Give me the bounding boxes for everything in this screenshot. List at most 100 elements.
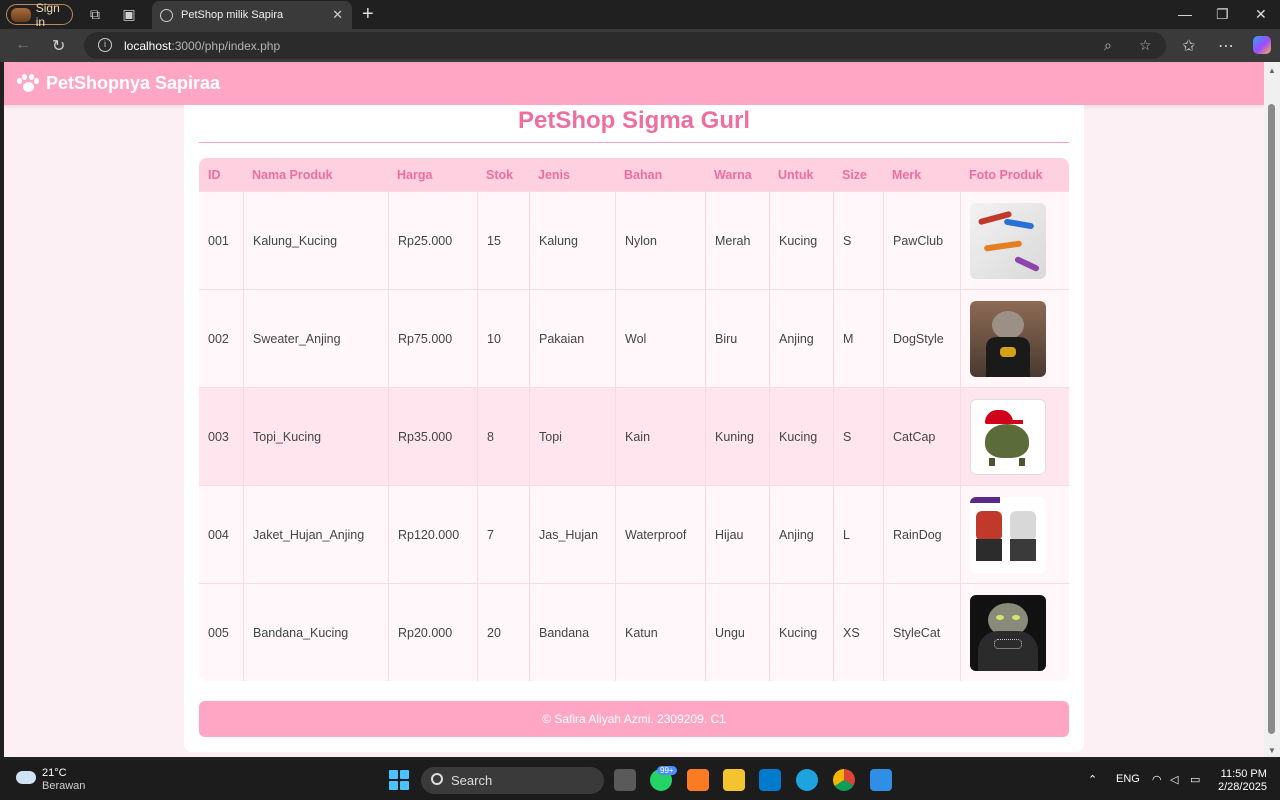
- table-row: 001 Kalung_Kucing Rp25.000 15 Kalung Nyl…: [199, 191, 1069, 289]
- cell-untuk: Anjing: [769, 289, 833, 387]
- cell-stok: 20: [477, 583, 529, 681]
- cell-jenis: Kalung: [529, 191, 615, 289]
- active-tab[interactable]: PetShop milik Sapira ✕: [152, 1, 352, 29]
- cell-size: S: [833, 191, 883, 289]
- cell-nama: Kalung_Kucing: [243, 191, 388, 289]
- table-row: 002 Sweater_Anjing Rp75.000 10 Pakaian W…: [199, 289, 1069, 387]
- copilot-icon[interactable]: [1253, 36, 1271, 54]
- sweater-photo: [970, 300, 1046, 377]
- tab-actions-icon[interactable]: ▣: [121, 6, 137, 22]
- cell-merk: CatCap: [883, 387, 960, 485]
- clock[interactable]: 11:50 PM 2/28/2025: [1218, 768, 1267, 794]
- close-window-icon[interactable]: ✕: [1255, 6, 1267, 23]
- cell-warna: Hijau: [705, 485, 769, 583]
- minimize-icon[interactable]: —: [1178, 6, 1192, 22]
- cell-harga: Rp75.000: [388, 289, 477, 387]
- refresh-icon[interactable]: ↻: [52, 36, 65, 56]
- address-bar[interactable]: i localhost:3000/php/index.php ⌕ ☆: [84, 32, 1166, 59]
- new-tab-button[interactable]: +: [362, 4, 374, 24]
- cell-foto: [960, 289, 1069, 387]
- profile-button[interactable]: Sign in: [6, 1, 73, 29]
- cell-id: 001: [199, 191, 243, 289]
- task-view-icon[interactable]: [614, 769, 636, 791]
- cell-id: 005: [199, 583, 243, 681]
- zoom-icon[interactable]: ⌕: [1104, 37, 1112, 54]
- wifi-icon[interactable]: ◠: [1152, 773, 1162, 786]
- weather-widget[interactable]: 21°C Berawan: [16, 767, 85, 793]
- cell-size: XS: [833, 583, 883, 681]
- cell-warna: Kuning: [705, 387, 769, 485]
- chrome-icon[interactable]: [833, 769, 855, 791]
- file-explorer-icon[interactable]: [723, 769, 745, 791]
- cell-stok: 8: [477, 387, 529, 485]
- cell-harga: Rp20.000: [388, 583, 477, 681]
- workspaces-icon[interactable]: ⧉: [87, 6, 103, 22]
- cell-bahan: Waterproof: [615, 485, 705, 583]
- cell-merk: PawClub: [883, 191, 960, 289]
- scrollbar-thumb[interactable]: [1268, 104, 1275, 734]
- header-nama-produk: Nama Produk: [243, 158, 388, 191]
- cell-stok: 10: [477, 289, 529, 387]
- back-icon[interactable]: ←: [15, 36, 31, 54]
- url-host: localhost: [124, 38, 172, 53]
- vscode-icon[interactable]: [759, 769, 781, 791]
- search-label: Search: [451, 773, 493, 788]
- scroll-up-icon[interactable]: ▲: [1268, 66, 1276, 75]
- jacket-photo: [970, 496, 1046, 573]
- close-tab-icon[interactable]: ✕: [332, 7, 343, 23]
- cell-merk: StyleCat: [883, 583, 960, 681]
- cell-harga: Rp25.000: [388, 191, 477, 289]
- globe-icon: [160, 8, 173, 22]
- header-merk: Merk: [883, 158, 960, 191]
- cell-foto: [960, 583, 1069, 681]
- browser-tabbar: Sign in ⧉ ▣ PetShop milik Sapira ✕ + — ❐…: [0, 0, 1280, 29]
- xampp-icon[interactable]: [687, 769, 709, 791]
- cell-size: S: [833, 387, 883, 485]
- taskbar-search[interactable]: Search: [421, 767, 604, 794]
- favorite-star-icon[interactable]: ☆: [1139, 37, 1152, 54]
- table-row: 004 Jaket_Hujan_Anjing Rp120.000 7 Jas_H…: [199, 485, 1069, 583]
- cell-foto: [960, 485, 1069, 583]
- cell-jenis: Bandana: [529, 583, 615, 681]
- cell-untuk: Kucing: [769, 583, 833, 681]
- edge-icon[interactable]: [796, 769, 818, 791]
- language-indicator[interactable]: ENG: [1116, 773, 1140, 785]
- header-bahan: Bahan: [615, 158, 705, 191]
- more-options-icon[interactable]: ⋯: [1218, 36, 1234, 56]
- scroll-down-icon[interactable]: ▼: [1268, 746, 1276, 755]
- site-info-icon[interactable]: i: [98, 38, 112, 52]
- cell-jenis: Jas_Hujan: [529, 485, 615, 583]
- header-foto-produk: Foto Produk: [960, 158, 1069, 191]
- cell-warna: Merah: [705, 191, 769, 289]
- cell-nama: Sweater_Anjing: [243, 289, 388, 387]
- site-footer: © Safira Aliyah Azmi. 2309209. C1: [199, 701, 1069, 737]
- page-scrollbar[interactable]: ▲ ▼: [1264, 62, 1280, 757]
- site-header: PetShopnya Sapiraa: [4, 62, 1264, 105]
- profile-avatar-icon: [11, 7, 31, 22]
- cell-jenis: Topi: [529, 387, 615, 485]
- cell-size: L: [833, 485, 883, 583]
- header-stok: Stok: [477, 158, 529, 191]
- header-warna: Warna: [705, 158, 769, 191]
- profile-label: Sign in: [35, 0, 60, 29]
- tray-chevron-icon[interactable]: ⌃: [1088, 773, 1097, 786]
- notepad-icon[interactable]: [870, 769, 892, 791]
- cell-warna: Ungu: [705, 583, 769, 681]
- notification-badge: 99+: [657, 766, 677, 775]
- cloud-icon: [16, 771, 36, 784]
- cell-nama: Bandana_Kucing: [243, 583, 388, 681]
- cell-id: 004: [199, 485, 243, 583]
- cell-stok: 15: [477, 191, 529, 289]
- battery-icon[interactable]: ▭: [1190, 773, 1200, 786]
- table-row: 003 Topi_Kucing Rp35.000 8 Topi Kain Kun…: [199, 387, 1069, 485]
- cell-merk: RainDog: [883, 485, 960, 583]
- cell-nama: Jaket_Hujan_Anjing: [243, 485, 388, 583]
- favorites-icon[interactable]: ✩: [1182, 36, 1195, 56]
- volume-icon[interactable]: ◁: [1170, 773, 1178, 786]
- clock-time: 11:50 PM: [1220, 768, 1267, 780]
- maximize-icon[interactable]: ❐: [1216, 6, 1229, 23]
- site-brand[interactable]: PetShopnya Sapiraa: [46, 73, 220, 94]
- start-button[interactable]: [389, 770, 409, 790]
- cell-harga: Rp35.000: [388, 387, 477, 485]
- page-viewport: PetShopnya Sapiraa PetShop Sigma Gurl ID…: [4, 62, 1264, 757]
